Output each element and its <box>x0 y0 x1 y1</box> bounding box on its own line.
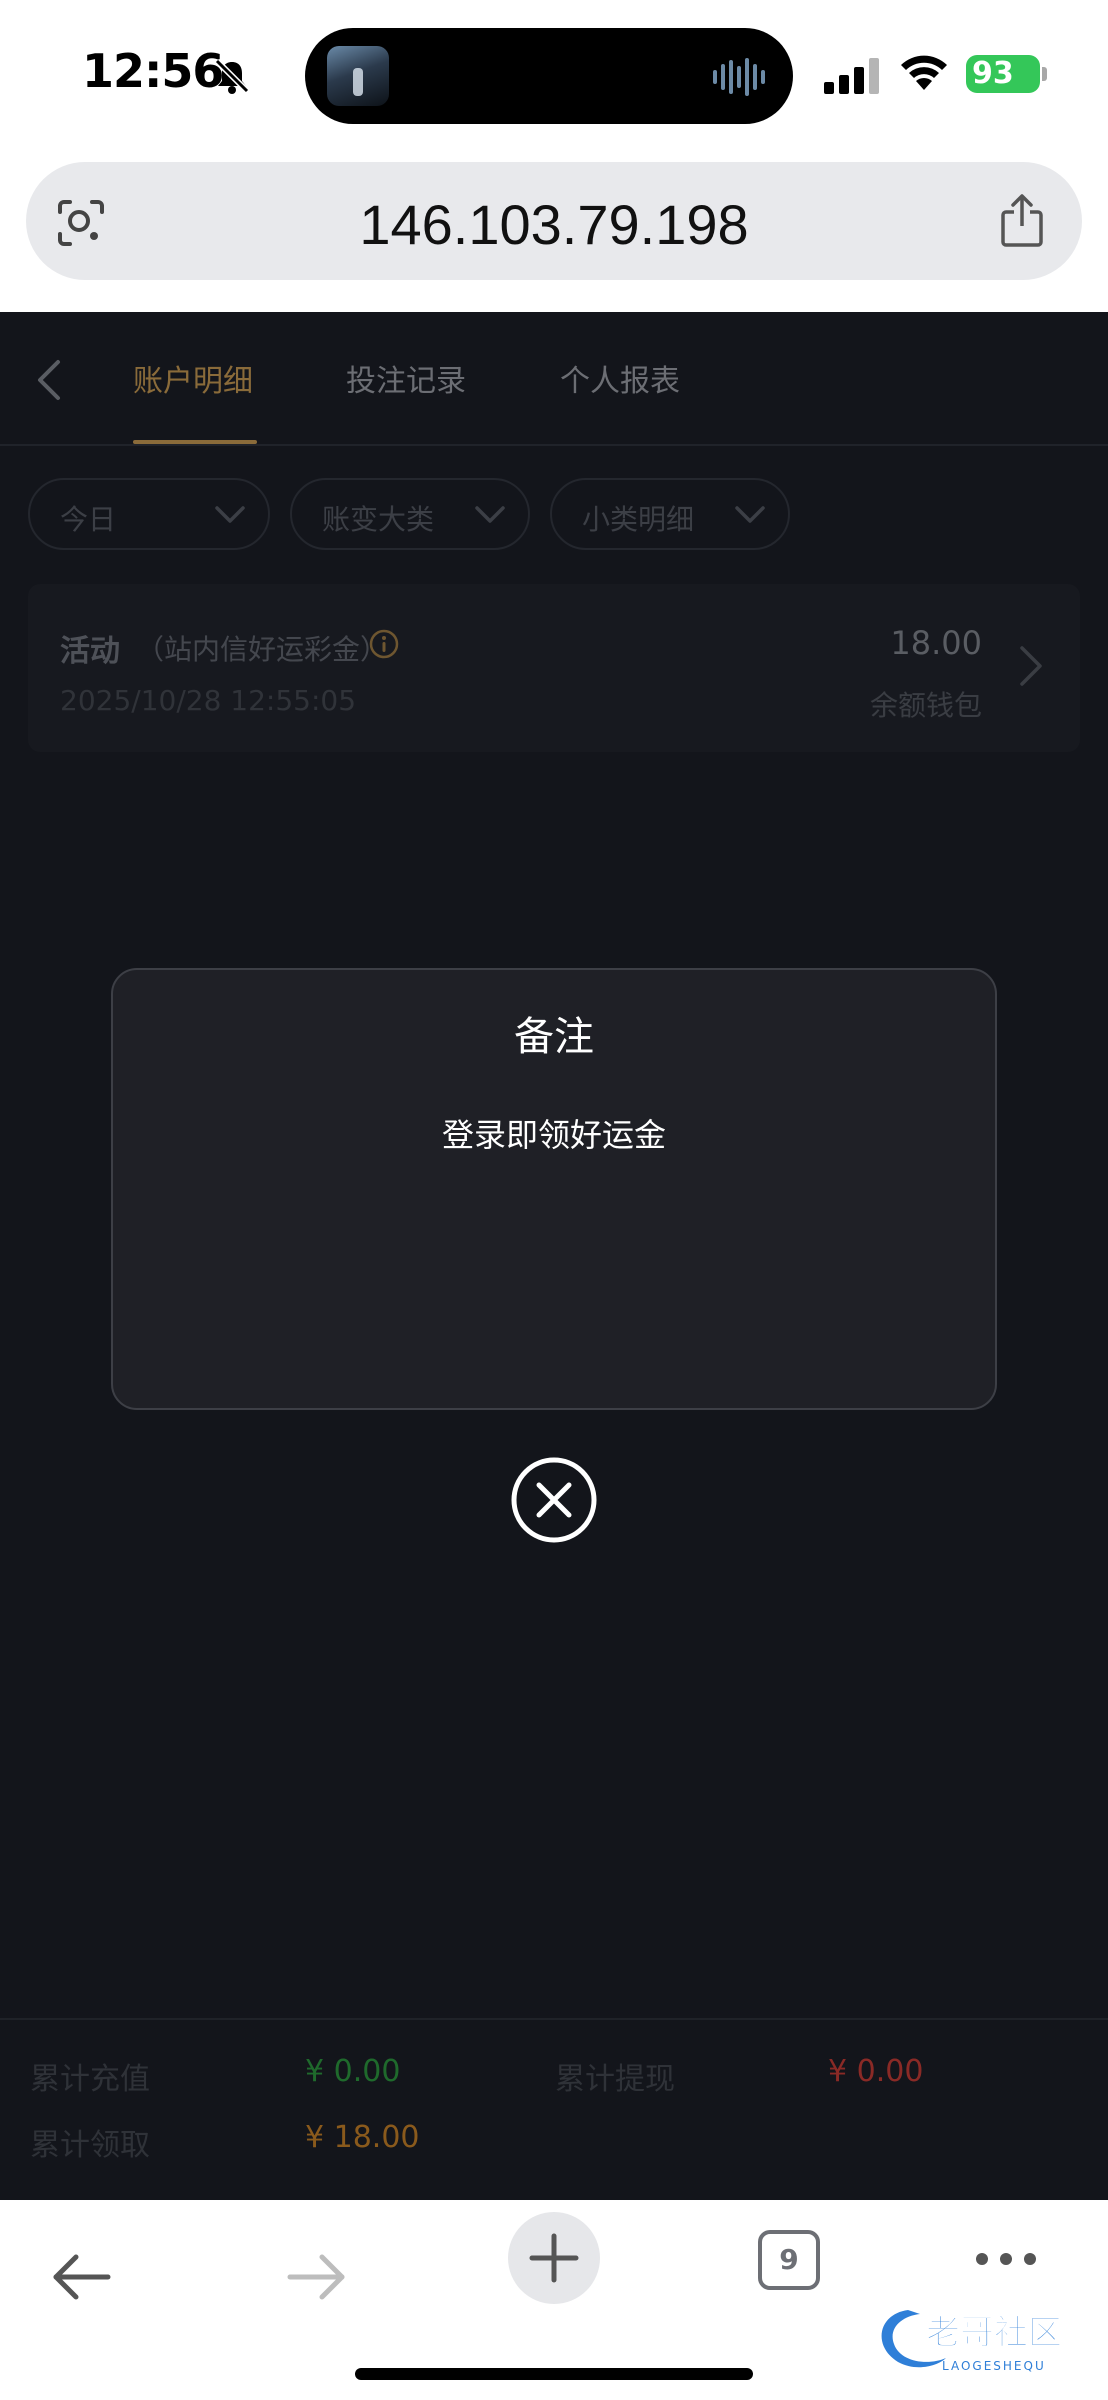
browser-back-icon[interactable] <box>50 2252 112 2302</box>
dialog-body: 登录即领好运金 <box>441 1116 666 1154</box>
remark-dialog: 备注 登录即领好运金 <box>111 968 997 1410</box>
total-withdraw-label: 累计提现 <box>555 2062 675 2097</box>
filter-category-label: 账变大类 <box>322 503 435 536</box>
tab-bar: 账户明细 投注记录 个人报表 <box>0 312 1108 446</box>
filter-date-label: 今日 <box>60 503 117 536</box>
chevron-down-icon <box>735 506 765 523</box>
record-date: 2025/10/28 12:55:05 <box>60 684 357 717</box>
info-icon[interactable] <box>368 628 400 660</box>
battery-indicator: 93 <box>966 55 1047 93</box>
plus-icon <box>529 2233 579 2283</box>
url-text: 146.103.79.198 <box>359 193 749 256</box>
tab-switcher-button[interactable]: 9 <box>758 2230 820 2290</box>
filter-subcategory[interactable]: 小类明细 <box>550 478 790 550</box>
audio-wave-icon <box>713 58 765 96</box>
total-withdraw-value: ¥ 0.00 <box>828 2054 924 2089</box>
wifi-icon <box>901 55 947 90</box>
total-claimed-value: ¥ 18.00 <box>305 2120 420 2155</box>
filter-category[interactable]: 账变大类 <box>290 478 530 550</box>
total-recharge-value: ¥ 0.00 <box>305 2054 401 2089</box>
status-bar: 12:56 93 <box>0 0 1108 150</box>
active-tab-indicator <box>133 440 257 444</box>
home-indicator <box>355 2368 753 2380</box>
close-dialog-button[interactable] <box>510 1456 598 1544</box>
tab-bet-records[interactable]: 投注记录 <box>346 356 466 400</box>
now-playing-artwork <box>327 46 389 106</box>
share-icon[interactable] <box>998 192 1046 248</box>
cellular-signal-icon <box>824 58 879 94</box>
filter-date[interactable]: 今日 <box>28 478 270 550</box>
dynamic-island <box>305 28 793 124</box>
summary-footer: 累计充值 ¥ 0.00 累计提现 ¥ 0.00 累计领取 ¥ 18.00 <box>0 2018 1108 2200</box>
chevron-down-icon <box>215 506 245 523</box>
bell-slash-icon <box>214 58 250 94</box>
more-icon[interactable] <box>974 2250 1038 2268</box>
battery-tip <box>1042 67 1047 81</box>
svg-text:老哥社区: 老哥社区 <box>926 2313 1062 2353</box>
total-claimed-label: 累计领取 <box>30 2128 150 2163</box>
address-bar[interactable]: 146.103.79.198 <box>26 162 1082 280</box>
svg-text:LAOGESHEQU: LAOGESHEQU <box>942 2359 1046 2373</box>
new-tab-button[interactable] <box>508 2212 600 2304</box>
tab-account-details[interactable]: 账户明细 <box>133 356 253 400</box>
total-recharge-label: 累计充值 <box>30 2062 150 2097</box>
chevron-right-icon <box>1020 646 1042 686</box>
transaction-record[interactable]: 活动 （站内信好运彩金） 2025/10/28 12:55:05 18.00 余… <box>28 584 1080 752</box>
watermark-logo: 老哥社区 LAOGESHEQU <box>881 2310 1063 2373</box>
browser-address-area: 146.103.79.198 <box>0 150 1108 312</box>
browser-toolbar: 9 老哥社区 LAOGESHEQU <box>0 2200 1108 2400</box>
chevron-down-icon <box>475 506 505 523</box>
filter-subcategory-label: 小类明细 <box>582 503 695 536</box>
record-title: 活动 <box>60 634 120 669</box>
record-subtitle: （站内信好运彩金） <box>136 633 389 666</box>
status-time: 12:56 <box>82 44 224 98</box>
browser-forward-icon[interactable] <box>286 2252 348 2302</box>
tab-personal-report[interactable]: 个人报表 <box>560 356 680 400</box>
record-amount: 18.00 <box>890 624 982 662</box>
dialog-title: 备注 <box>514 1014 594 1060</box>
back-chevron-icon[interactable] <box>34 358 64 402</box>
record-wallet: 余额钱包 <box>869 689 982 722</box>
battery-level: 93 <box>966 55 1040 93</box>
